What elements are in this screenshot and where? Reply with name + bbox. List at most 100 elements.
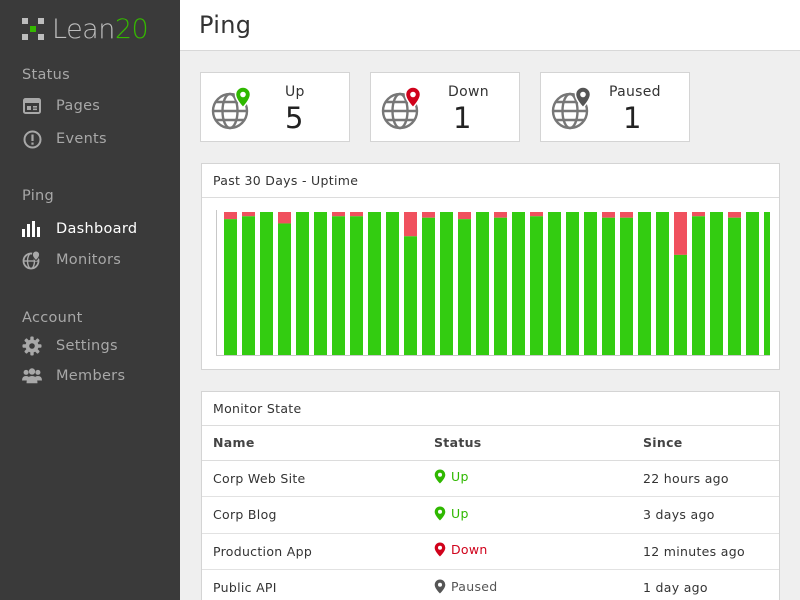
uptime-bar-down [350,212,363,217]
sidebar-item-settings[interactable]: Settings [22,335,118,357]
uptime-bar-up [548,212,561,355]
monitor-since: 22 hours ago [632,460,779,497]
stat-value: 1 [623,101,642,135]
section-heading-account: Account [22,310,83,326]
uptime-bar-up [692,216,705,355]
sidebar-item-dashboard[interactable]: Dashboard [22,218,137,240]
uptime-bar-up [764,212,770,355]
uptime-panel: Past 30 Days - Uptime [201,163,780,370]
table-row[interactable]: Corp Blog Up 3 days ago [202,496,779,534]
uptime-bar-up [674,254,687,355]
sidebar: Lean20 Status Pages Events Ping Dashboar… [0,0,180,600]
uptime-bar-up [314,212,327,355]
uptime-bar-up [494,217,507,355]
pages-icon [22,96,42,116]
stat-label: Down [448,84,489,100]
sidebar-item-label: Members [56,368,126,384]
stat-value: 1 [453,101,472,135]
table-row[interactable]: Public API Paused 1 day ago [202,569,779,600]
sidebar-item-label: Dashboard [56,221,138,237]
sidebar-item-label: Monitors [56,252,122,268]
uptime-bar-up [638,212,651,355]
map-pin-icon [434,469,446,484]
uptime-bar-up [368,212,381,355]
uptime-bar-down [620,212,633,218]
table-header-row: Name Status Since [202,426,779,461]
monitor-state-title: Monitor State [202,392,779,426]
uptime-bar-down [674,212,687,255]
sidebar-item-pages[interactable]: Pages [22,95,100,117]
sidebar-item-label: Settings [56,338,118,354]
monitor-status: Up [423,496,632,534]
logo[interactable]: Lean20 [22,13,149,45]
table-row[interactable]: Production App Down 12 minutes ago [202,533,779,570]
uptime-bar-up [656,212,669,355]
uptime-chart [216,210,770,356]
uptime-bar-down [494,212,507,218]
sidebar-item-label: Events [56,131,107,147]
section-heading-ping: Ping [22,188,55,204]
alert-circle-icon [22,129,42,149]
uptime-bar-up [224,219,237,355]
uptime-bar-up [746,212,759,355]
table-row[interactable]: Corp Web Site Up 22 hours ago [202,460,779,497]
sidebar-item-events[interactable]: Events [22,128,107,150]
sidebar-item-monitors[interactable]: Monitors [22,249,121,271]
monitor-since: 3 days ago [632,496,779,534]
globe-pin-icon [211,86,252,130]
uptime-bar-up [458,219,471,355]
stat-card-paused: Paused 1 [540,72,690,142]
sidebar-item-label: Pages [56,98,101,114]
page-title: Ping [199,11,252,39]
monitor-since: 12 minutes ago [632,533,779,570]
uptime-bar-up [386,212,399,355]
monitor-name[interactable]: Corp Blog [202,496,423,534]
monitor-since: 1 day ago [632,569,779,600]
uptime-bar-up [728,217,741,355]
uptime-bar-down [404,212,417,237]
uptime-bar-up [296,212,309,355]
uptime-bar-up [404,236,417,355]
uptime-bar-down [530,212,543,217]
uptime-bar-up [512,212,525,355]
logo-text: Lean20 [52,13,149,45]
column-header-status[interactable]: Status [423,426,632,461]
uptime-bar-down [278,212,291,224]
uptime-bar-up [710,212,723,355]
page-header: Ping [180,0,800,51]
monitor-name[interactable]: Production App [202,533,423,570]
stat-label: Paused [609,84,661,100]
uptime-bar-up [440,212,453,355]
monitor-name[interactable]: Corp Web Site [202,460,423,497]
uptime-bar-up [260,212,273,355]
uptime-bar-up [350,216,363,355]
monitor-status: Paused [423,569,632,600]
uptime-panel-title: Past 30 Days - Uptime [202,164,779,198]
status-text: Paused [451,578,498,594]
users-icon [22,366,42,386]
uptime-bar-up [422,217,435,355]
monitor-table: Name Status Since Corp Web Site Up 22 hour… [202,426,779,600]
monitor-status: Down [423,533,632,570]
stat-label: Up [285,84,305,100]
uptime-bar-down [458,212,471,220]
monitor-name[interactable]: Public API [202,569,423,600]
uptime-bar-down [692,212,705,217]
globe-pin-icon [22,250,42,270]
uptime-bar-down [242,212,255,217]
uptime-bar-up [278,223,291,355]
uptime-bar-up [602,217,615,355]
column-header-since[interactable]: Since [632,426,779,461]
section-heading-status: Status [22,67,71,83]
status-text: Down [451,542,488,558]
stat-card-up: Up 5 [200,72,350,142]
status-text: Up [451,469,469,485]
gear-icon [22,336,42,356]
column-header-name[interactable]: Name [202,426,423,461]
uptime-bar-up [242,216,255,355]
sidebar-item-members[interactable]: Members [22,365,125,387]
stat-value: 5 [285,101,304,135]
map-pin-icon [434,542,446,557]
uptime-bar-up [566,212,579,355]
uptime-bar-up [530,216,543,355]
